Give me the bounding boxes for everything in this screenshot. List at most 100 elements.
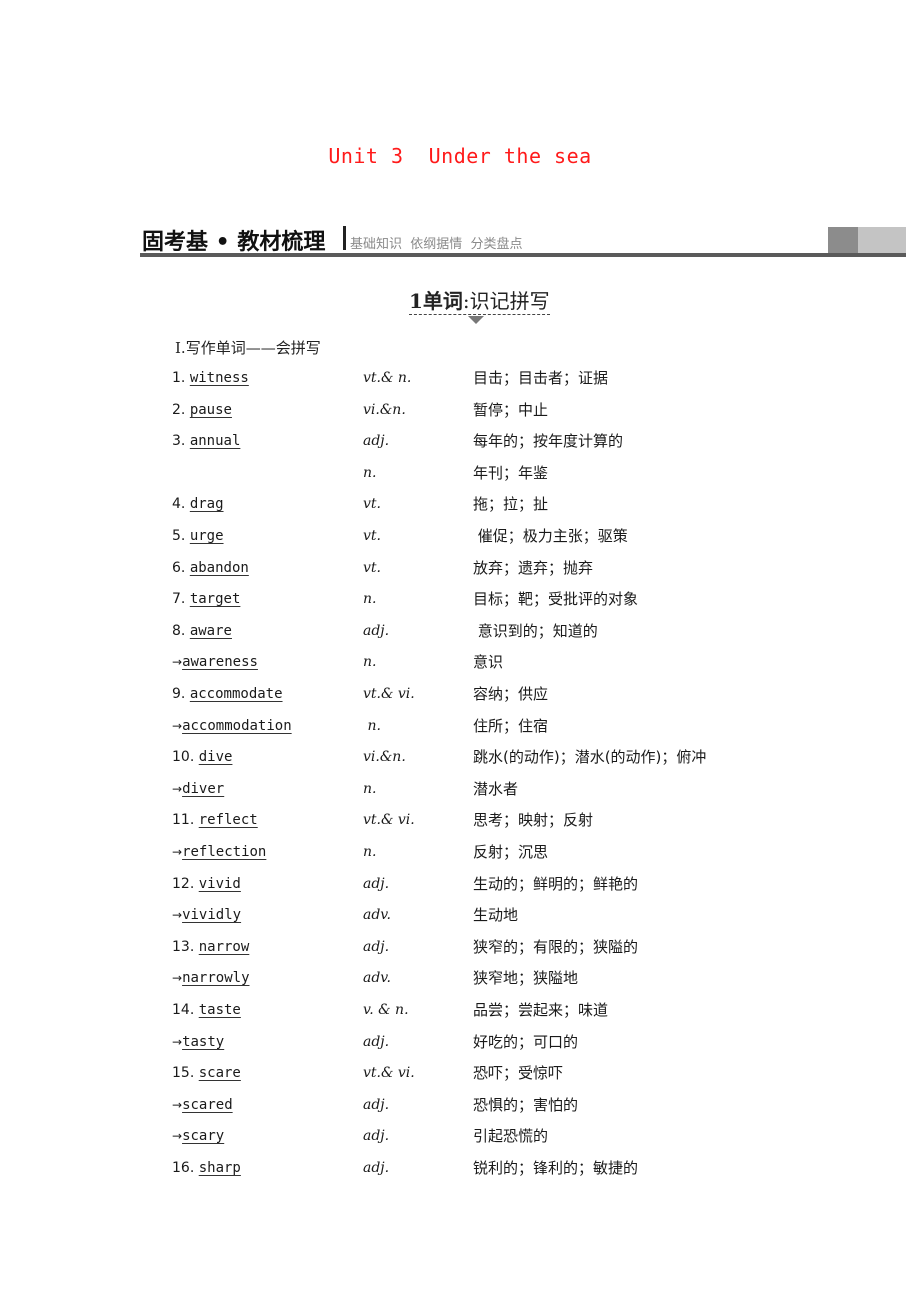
vocab-part-of-speech: n. [363, 717, 381, 734]
vocab-definition: 放弃；遗弃；抛弃 [473, 558, 594, 577]
vocab-part-of-speech: vt. [363, 559, 381, 576]
vocab-index: 8. [172, 622, 190, 639]
vocab-row: 15. scare vt.& vi. 恐吓；受惊吓 [0, 1062, 920, 1084]
vocab-word-cell: →narrowly [172, 967, 250, 989]
vocab-word-cell: 9. accommodate [172, 683, 283, 705]
vocab-definition: 目标；靶；受批评的对象 [473, 590, 639, 609]
vocab-definition: 意识 [473, 653, 504, 672]
vocab-row: →tasty adj. 好吃的；可口的 [0, 1031, 920, 1053]
vocab-index: 1. [172, 370, 190, 386]
vocab-word-cell: 1. witness [172, 367, 249, 389]
vocab-definition: 容纳；供应 [473, 685, 549, 703]
vocab-word-cell: 5. urge [172, 525, 224, 547]
vocab-part-of-speech: adv. [363, 970, 392, 987]
vocab-row: 4. drag vt. 拖；拉；扯 [0, 493, 920, 515]
vocab-definition: 意识到的；知道的 [473, 621, 598, 640]
vocab-word: dive [198, 749, 233, 766]
subsection-label: 单词 [422, 289, 463, 313]
vocab-part-of-speech: adj. [363, 1096, 390, 1113]
vocab-word-cell: 10. dive [172, 746, 232, 768]
vocab-word: witness [189, 370, 249, 386]
vocab-word: taste [198, 1002, 241, 1018]
vocab-definition: 生动地 [473, 906, 519, 925]
vocab-word: narrow [198, 938, 250, 955]
vocab-word-cell: 14. taste [172, 999, 241, 1021]
arrow-right-icon: → [172, 1034, 183, 1049]
header-decor-block-light [858, 227, 906, 253]
vocab-definition: 思考；映射；反射 [473, 811, 594, 830]
vocab-word: diver [182, 780, 225, 797]
vocab-word: reflection [182, 844, 267, 860]
arrow-right-icon: → [172, 1129, 183, 1144]
vocab-word-cell: →diver [172, 778, 224, 800]
vocab-word-cell: →scary [172, 1125, 224, 1147]
vocab-row: 13. narrow adj. 狭窄的；有限的；狭隘的 [0, 936, 920, 958]
vocab-part-of-speech: adj. [363, 875, 390, 892]
vocab-part-of-speech: vt. [363, 496, 381, 513]
subsection-desc: :识记拼写 [462, 289, 550, 313]
vocab-definition: 狭窄地；狭隘地 [473, 969, 579, 988]
vocab-index: 12. [172, 875, 199, 892]
vocab-word: scary [182, 1128, 225, 1145]
vocab-definition: 年刊；年鉴 [473, 463, 549, 482]
vocab-row: 9. accommodate vt.& vi. 容纳；供应 [0, 683, 920, 705]
header-divider-bar [343, 226, 346, 250]
vocab-definition: 每年的；按年度计算的 [473, 432, 624, 451]
arrow-right-icon: → [172, 655, 183, 670]
vocab-index: 2. [172, 401, 190, 418]
vocab-row: 10. dive vi.&n. 跳水(的动作)；潜水(的动作)；俯冲 [0, 746, 920, 768]
vocab-row: 8. aware adj. 意识到的；知道的 [0, 620, 920, 642]
vocab-word-cell: →tasty [172, 1031, 224, 1053]
vocab-row: →diver n. 潜水者 [0, 778, 920, 800]
arrow-right-icon: → [172, 1097, 183, 1112]
vocab-word-cell: →accommodation [172, 715, 292, 737]
vocab-row: 5. urge vt. 催促；极力主张；驱策 [0, 525, 920, 547]
arrow-right-icon: → [172, 845, 183, 859]
vocab-row: →narrowly adv. 狭窄地；狭隘地 [0, 967, 920, 989]
vocab-part-of-speech: n. [363, 464, 377, 481]
vocab-index: 7. [172, 591, 190, 608]
vocab-word-cell: 12. vivid [172, 873, 241, 895]
vocab-part-of-speech: adj. [363, 433, 390, 450]
vocab-part-of-speech: adj. [363, 1033, 390, 1050]
vocab-part-of-speech: vt.& n. [363, 370, 412, 386]
vocab-definition: 暂停；中止 [473, 400, 549, 419]
vocab-word-cell: 8. aware [172, 620, 232, 642]
vocab-word-cell: 2. pause [172, 399, 232, 421]
vocab-definition: 狭窄的；有限的；狭隘的 [473, 937, 639, 956]
vocab-word: reflect [198, 812, 258, 829]
vocab-part-of-speech: n. [363, 591, 377, 608]
vocab-definition: 住所；住宿 [473, 716, 549, 735]
header-rule [140, 253, 906, 257]
vocab-part-of-speech: adj. [363, 622, 390, 639]
vocab-word: urge [189, 528, 224, 544]
vocab-definition: 锐利的；锋利的；敏捷的 [473, 1159, 639, 1177]
vocab-index: 4. [172, 496, 190, 513]
vocab-word-cell: →awareness [172, 651, 258, 673]
vocab-definition: 恐惧的；害怕的 [473, 1095, 579, 1114]
vocab-definition: 潜水者 [473, 779, 519, 798]
vocab-word: target [189, 591, 241, 608]
vocab-row: 1. witness vt.& n. 目击；目击者；证据 [0, 367, 920, 389]
vocab-row: 11. reflect vt.& vi. 思考；映射；反射 [0, 809, 920, 831]
vocab-word: annual [189, 433, 241, 450]
subsection-number: 1 [409, 289, 423, 313]
vocab-index: 14. [172, 1002, 199, 1018]
vocab-part-of-speech: v. & n. [363, 1002, 409, 1018]
vocab-word: sharp [198, 1160, 241, 1176]
vocab-definition: 恐吓；受惊吓 [473, 1064, 564, 1083]
unit-title: Unit 3 Under the sea [328, 144, 592, 168]
vocab-row: 6. abandon vt. 放弃；遗弃；抛弃 [0, 557, 920, 579]
vocab-row: →accommodation n. 住所；住宿 [0, 715, 920, 737]
vocab-word: accommodation [182, 717, 292, 734]
vocab-part-of-speech: vi.&n. [363, 749, 406, 766]
vocab-word-cell: 4. drag [172, 493, 224, 515]
vocab-definition: 催促；极力主张；驱策 [473, 527, 628, 545]
vocab-index: 5. [172, 528, 190, 544]
section-header-subtitle: 基础知识 依纲据情 分类盘点 [350, 237, 523, 252]
vocab-word: abandon [189, 559, 249, 576]
vocab-part-of-speech: adj. [363, 938, 390, 955]
vocab-index: 13. [172, 938, 199, 955]
vocab-row: n. 年刊；年鉴 [0, 462, 920, 484]
vocab-word-cell: →vividly [172, 904, 241, 926]
